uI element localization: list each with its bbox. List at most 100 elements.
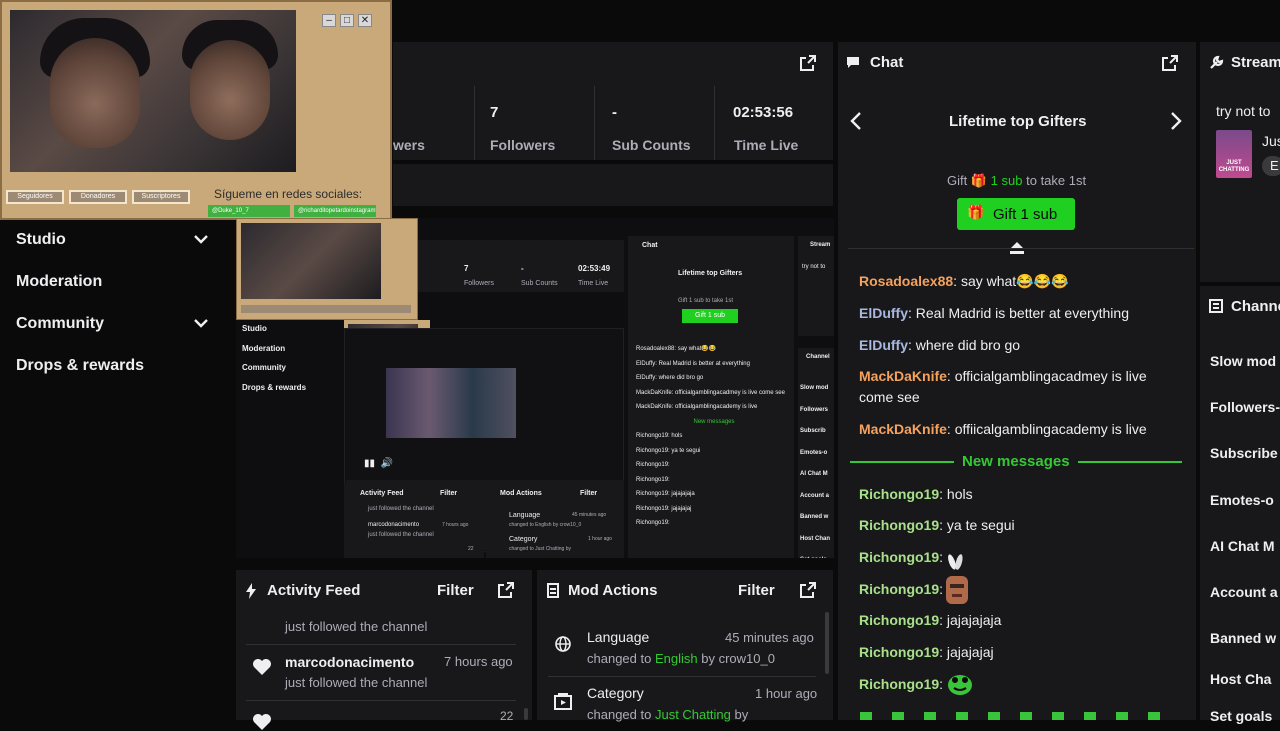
chevron-down-icon[interactable]: [193, 231, 209, 247]
nested-nav-drops: Drops & rewards: [242, 383, 307, 392]
chat-message: ElDuffy: Real Madrid is better at everyt…: [859, 305, 1129, 321]
sub-count-value: -: [612, 104, 617, 121]
chat-message: Rosadoalex88: say what😂😂😂: [859, 273, 1069, 289]
stats-subpanel: [393, 164, 833, 206]
activity-time: 7 hours ago: [444, 654, 513, 669]
close-icon[interactable]: ✕: [358, 14, 372, 27]
chat-message: Richongo19: jajajajaj: [859, 644, 994, 660]
gifters-title: Lifetime top Gifters: [949, 113, 1087, 130]
chat-message: Richongo19: ya te segui: [859, 517, 1015, 533]
nested-followers-label: Followers: [464, 280, 494, 287]
category-icon: [554, 693, 572, 710]
nested-subs-label: Sub Counts: [521, 280, 558, 287]
mod-filter-button[interactable]: Filter: [738, 582, 775, 599]
chat-title: Chat: [870, 54, 904, 71]
webcam-video: [10, 10, 296, 172]
heart-icon: [253, 714, 271, 730]
nested-activity-filter: Filter: [440, 490, 458, 497]
stream-tag[interactable]: E: [1262, 156, 1280, 176]
nested-mod-lang-detail: changed to English by crow10_0: [509, 522, 582, 528]
nav-community[interactable]: Community: [16, 315, 104, 333]
stream-preview: 7 Followers - Sub Counts 02:53:49 Time L…: [236, 218, 834, 558]
channel-item-account[interactable]: Account a: [1210, 584, 1278, 600]
gift-prompt: Gift 🎁 1 sub to take 1st: [947, 173, 1087, 188]
chat-message: MackDaKnife: officialgamblingacadmey is …: [859, 368, 1147, 405]
activity-count: 22: [500, 709, 514, 723]
document-icon: [547, 583, 559, 598]
stream-category-name: Jus: [1262, 133, 1280, 149]
nested-activity-time: 7 hours ago: [442, 522, 469, 528]
stat-partial-label: wers: [393, 137, 425, 153]
nested-chat-title: Chat: [642, 242, 658, 249]
popout-icon[interactable]: [498, 582, 514, 598]
nested-mod-lang-title: Language: [509, 512, 541, 519]
new-messages-label: New messages: [962, 453, 1070, 470]
stream-title: Stream: [1231, 54, 1280, 71]
channel-item-ai-chat[interactable]: AI Chat M: [1210, 538, 1275, 554]
gift-sub-button[interactable]: 🎁 Gift 1 sub: [957, 198, 1075, 230]
popout-icon[interactable]: [800, 55, 816, 71]
channel-item-goals[interactable]: Set goals: [1210, 708, 1272, 724]
channel-item-followers[interactable]: Followers-: [1210, 399, 1280, 415]
chevron-right-icon[interactable]: [1169, 111, 1183, 131]
chat-message: ElDuffy: where did bro go: [859, 337, 1021, 353]
mod-scrollbar[interactable]: [825, 612, 829, 674]
globe-icon: [555, 636, 571, 652]
activity-user[interactable]: marcodonacimento: [285, 654, 414, 670]
mod-lang-detail: changed to English by crow10_0: [587, 651, 775, 666]
channel-item-host[interactable]: Host Cha: [1210, 671, 1271, 687]
nested-mod-lang-time: 45 minutes ago: [572, 512, 607, 518]
overlay-socials-text: Sígueme en redes sociales:: [214, 187, 363, 201]
nav-studio[interactable]: Studio: [16, 231, 66, 249]
nested-chat-lines: Rosadoalex88: say what😂😂 ElDuffy: Real M…: [636, 346, 785, 526]
activity-event-text: just followed the channel: [285, 619, 428, 634]
activity-title: Activity Feed: [267, 582, 361, 599]
nested-mod-cat-detail: changed to Just Chatting by: [509, 546, 571, 552]
followers-label: Followers: [490, 137, 556, 153]
nested-mod-cat-title: Category: [509, 536, 538, 543]
nested-subs-value: -: [521, 264, 524, 273]
wrench-icon: [1210, 55, 1224, 69]
nested-activity-line1: just followed the channel: [368, 506, 434, 512]
nested-activity-user: marcodonacimento: [368, 522, 420, 528]
nested-nav-community: Community: [242, 363, 286, 372]
activity-filter-button[interactable]: Filter: [437, 582, 474, 599]
face-emote-icon: [946, 576, 968, 604]
nested-time-value: 02:53:49: [578, 264, 611, 273]
channel-item-banned[interactable]: Banned w: [1210, 630, 1276, 646]
lightning-icon: [246, 583, 256, 599]
mod-lang-time: 45 minutes ago: [725, 630, 814, 645]
nested-followers-value: 7: [464, 264, 469, 273]
time-live-label: Time Live: [734, 137, 799, 153]
frog-emote-icon: [948, 675, 972, 695]
minimize-icon[interactable]: –: [322, 14, 336, 27]
chevron-down-icon[interactable]: [193, 315, 209, 331]
time-live-value: 02:53:56: [733, 104, 794, 121]
overlay-handle-2: @richarditopetardoinstagramtutorial: [294, 205, 376, 217]
chat-message: Richongo19: jajajajaja: [859, 612, 1002, 628]
overlay-button-followers: Seguidores: [6, 190, 64, 204]
overlay-button-subscribers: Suscriptores: [132, 190, 190, 204]
nested-channel-items: Slow mod Followers Subscrib Emotes-o AI …: [800, 385, 830, 558]
channel-item-slow-mode[interactable]: Slow mod: [1210, 353, 1276, 369]
new-messages-divider: [850, 461, 954, 463]
nav-moderation[interactable]: Moderation: [16, 273, 102, 291]
nested-gifters-title: Lifetime top Gifters: [678, 270, 743, 277]
popout-icon[interactable]: [1162, 55, 1178, 71]
heart-icon: [253, 659, 271, 675]
nested-channel-label: Channel: [806, 354, 830, 360]
bunny-emote-icon: [948, 554, 963, 570]
webcam-overlay: – □ ✕ Seguidores Donadores Suscriptores …: [0, 0, 392, 220]
channel-item-subscribers[interactable]: Subscribe: [1210, 445, 1278, 461]
channel-item-emotes[interactable]: Emotes-o: [1210, 492, 1274, 508]
chat-message: Richongo19:: [859, 676, 944, 692]
nav-drops-rewards[interactable]: Drops & rewards: [16, 357, 144, 375]
maximize-icon[interactable]: □: [340, 14, 354, 27]
nested-mod-cat-time: 1 hour ago: [588, 536, 612, 542]
chevron-left-icon[interactable]: [849, 111, 863, 131]
sub-count-label: Sub Counts: [612, 137, 691, 153]
popout-icon[interactable]: [800, 582, 816, 598]
activity-scrollbar[interactable]: [524, 708, 528, 720]
mod-cat-title: Category: [587, 685, 644, 701]
category-art: JUST CHATTING: [1216, 130, 1252, 178]
